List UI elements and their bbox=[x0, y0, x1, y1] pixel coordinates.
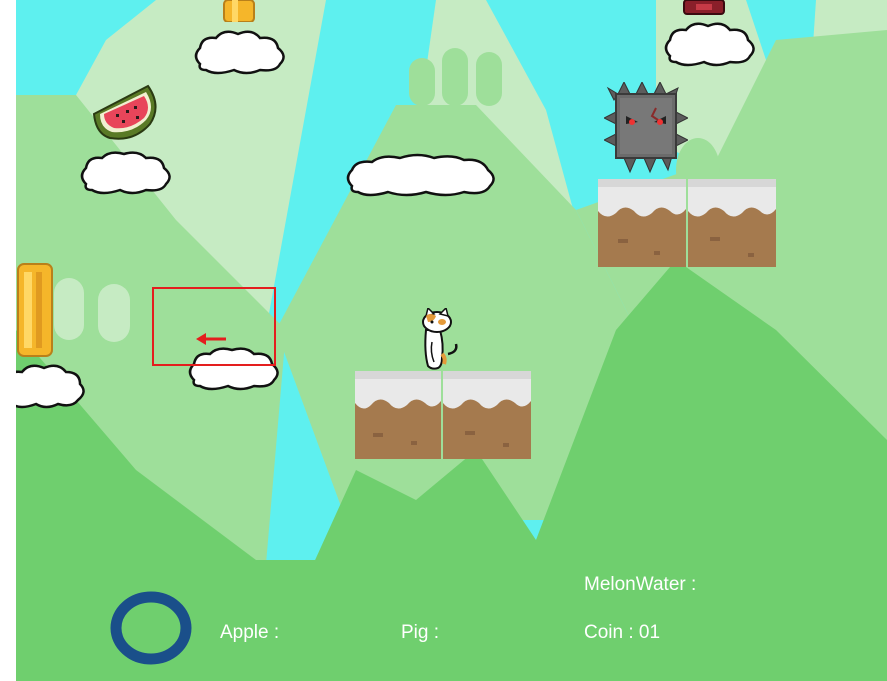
cloud-platform bbox=[346, 153, 495, 197]
melonwater-counter: MelonWater : bbox=[584, 574, 697, 595]
arrow-left-icon bbox=[196, 333, 226, 345]
ring-button[interactable] bbox=[108, 590, 194, 666]
cloud-platform bbox=[80, 151, 171, 195]
apple-counter: Apple : bbox=[220, 622, 280, 643]
spiked-block-icon bbox=[604, 82, 688, 174]
pig-counter: Pig : bbox=[401, 622, 440, 643]
cloud-platform bbox=[194, 30, 285, 75]
cloud-platform bbox=[664, 22, 755, 67]
pig-icon bbox=[683, 0, 725, 15]
cloud-platform bbox=[16, 364, 85, 409]
dirt-block-platform bbox=[355, 371, 531, 459]
cat-icon[interactable] bbox=[412, 308, 462, 372]
dirt-block-platform bbox=[598, 179, 776, 267]
game-viewport[interactable]: MelonWater : Apple : Pig : Coin : 01 bbox=[16, 0, 887, 681]
coin-counter: Coin : 01 bbox=[584, 622, 661, 643]
coin-icon bbox=[17, 263, 53, 357]
target-selection-box bbox=[152, 287, 276, 366]
watermelon-slice-icon bbox=[92, 84, 157, 140]
coin-icon bbox=[223, 0, 255, 22]
